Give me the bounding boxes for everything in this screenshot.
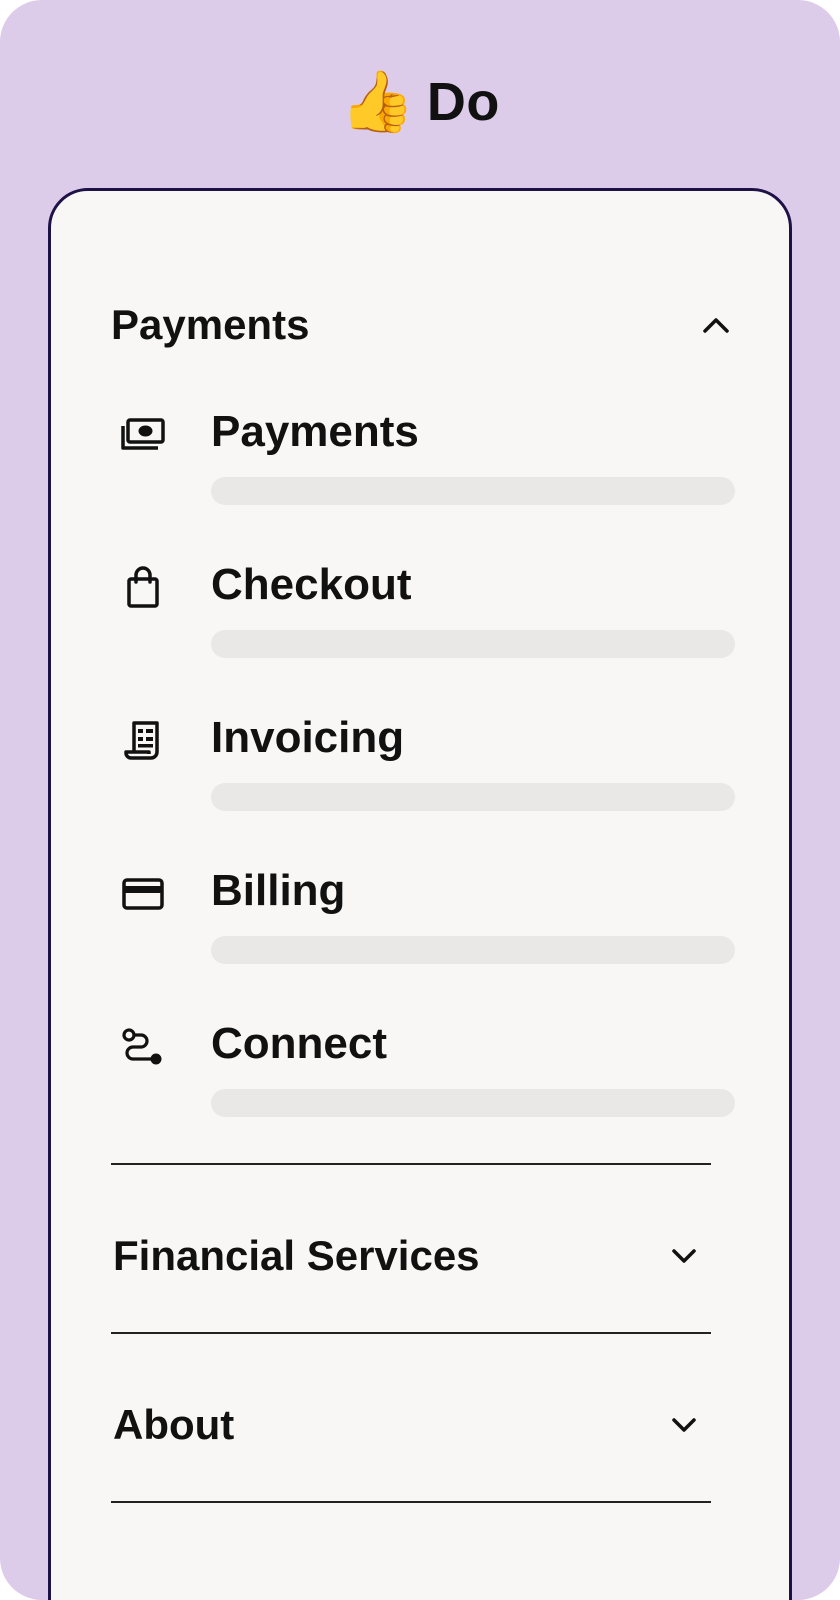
section-header-financial-services[interactable]: Financial Services xyxy=(113,1225,699,1287)
credit-card-icon xyxy=(119,870,167,918)
shopping-bag-icon xyxy=(119,564,167,612)
section-title-financial-services: Financial Services xyxy=(113,1232,480,1279)
section-header-payments[interactable]: Payments xyxy=(111,295,731,355)
description-placeholder xyxy=(211,630,735,658)
chevron-down-icon[interactable] xyxy=(669,1241,699,1271)
menu-item-checkout[interactable]: Checkout xyxy=(111,552,735,662)
section-header-about[interactable]: About xyxy=(113,1394,699,1456)
receipt-icon xyxy=(119,717,167,765)
nav-menu-card: Payments Payments Checkout Invoicing Bil… xyxy=(48,188,792,1600)
menu-item-label: Invoicing xyxy=(211,713,405,762)
divider xyxy=(111,1332,711,1334)
description-placeholder xyxy=(211,477,735,505)
thumbs-up-icon: 👍 xyxy=(340,68,415,135)
menu-item-label: Connect xyxy=(211,1019,387,1068)
divider xyxy=(111,1501,711,1503)
description-placeholder xyxy=(211,936,735,964)
section-title-about: About xyxy=(113,1401,235,1448)
menu-item-invoicing[interactable]: Invoicing xyxy=(111,705,735,815)
section-title-payments: Payments xyxy=(111,301,310,348)
chevron-up-icon[interactable] xyxy=(701,310,731,340)
menu-item-billing[interactable]: Billing xyxy=(111,858,735,968)
device-frame: 👍 Do Payments Payments Checkout Invoicin… xyxy=(0,0,840,1600)
menu-item-label: Billing xyxy=(211,866,346,915)
cash-icon xyxy=(119,411,167,459)
menu-item-label: Checkout xyxy=(211,560,412,609)
page-title: Do xyxy=(426,72,500,132)
divider xyxy=(111,1163,711,1165)
chevron-down-icon[interactable] xyxy=(669,1410,699,1440)
header: 👍 Do xyxy=(0,62,840,142)
menu-item-payments[interactable]: Payments xyxy=(111,399,735,509)
description-placeholder xyxy=(211,783,735,811)
menu-item-label: Payments xyxy=(211,407,419,456)
menu-item-connect[interactable]: Connect xyxy=(111,1011,735,1121)
description-placeholder xyxy=(211,1089,735,1117)
connect-route-icon xyxy=(119,1023,167,1071)
